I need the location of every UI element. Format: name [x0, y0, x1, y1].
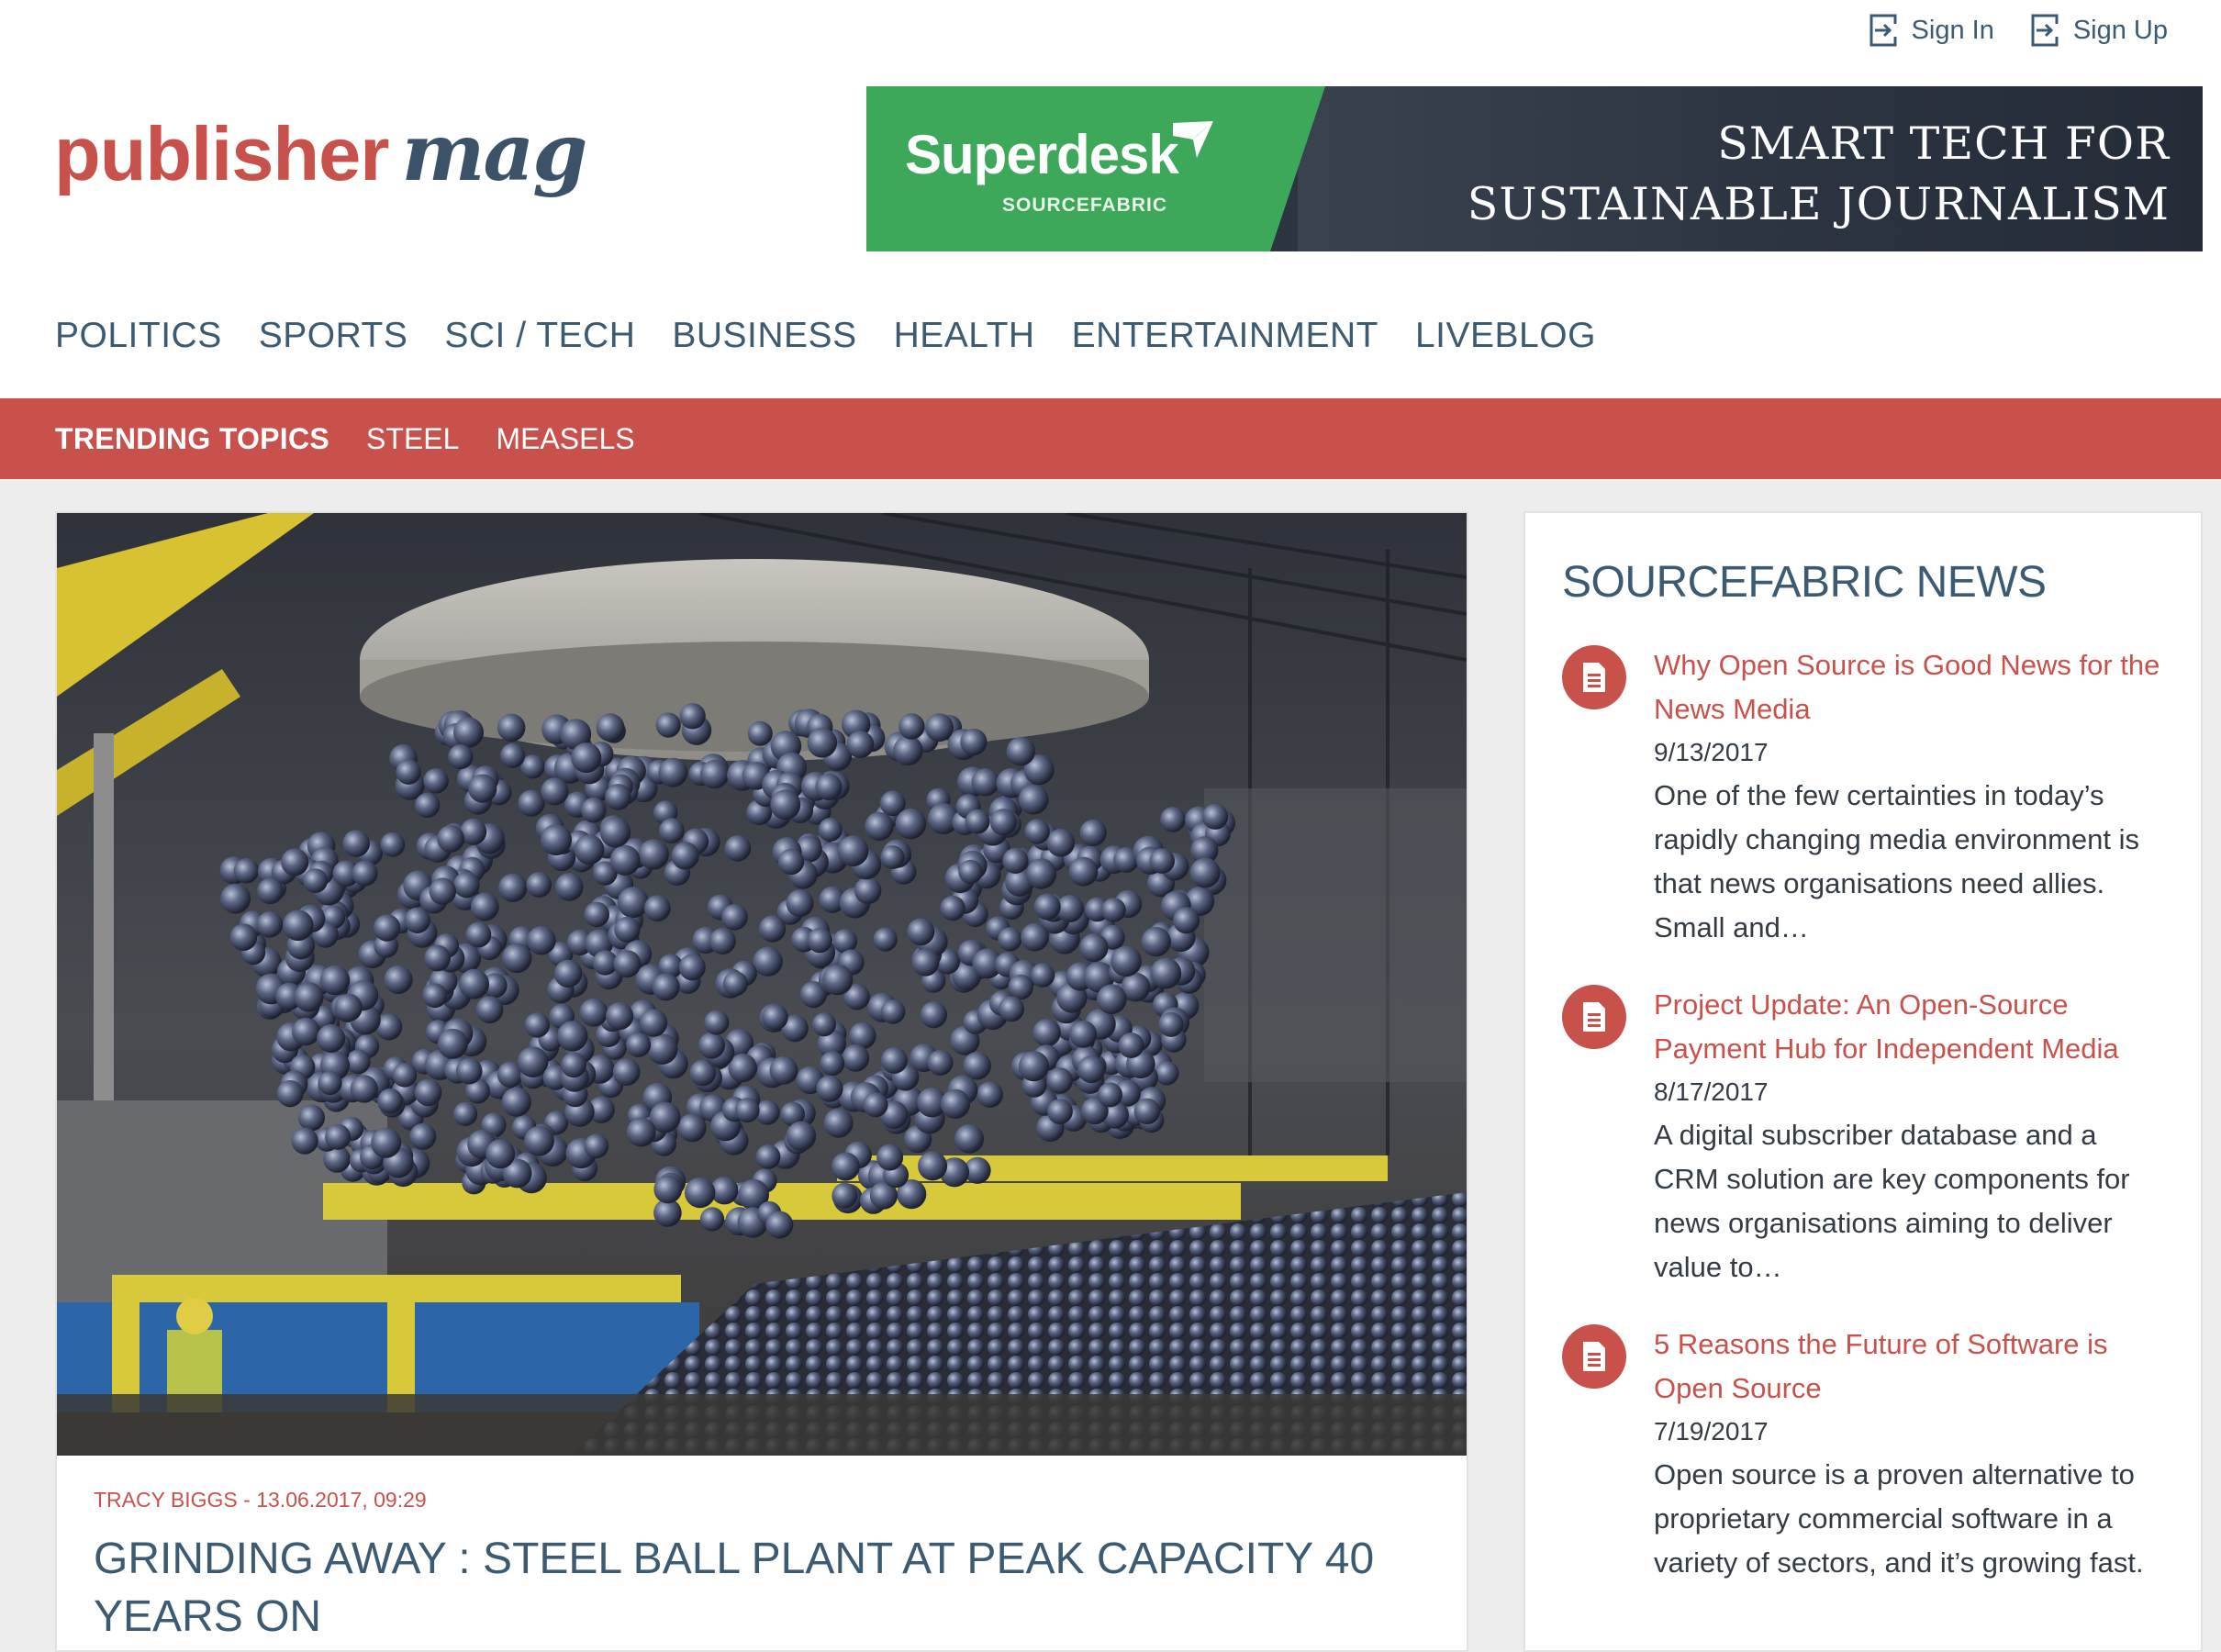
- news-item-date: 9/13/2017: [1654, 738, 1769, 766]
- nav-item-business[interactable]: BUSINESS: [672, 316, 856, 356]
- trending-item-measels[interactable]: MEASELS: [496, 422, 634, 456]
- news-item-title[interactable]: 5 Reasons the Future of Software is Open…: [1654, 1323, 2168, 1411]
- nav-item-liveblog[interactable]: LIVEBLOG: [1415, 316, 1596, 356]
- logo-secondary: mag: [401, 106, 588, 199]
- news-item-body: Why Open Source is Good News for the New…: [1654, 643, 2168, 950]
- site-header: Sign In Sign Up publisher mag Superdesk …: [0, 0, 2221, 398]
- document-icon: [1583, 1342, 1605, 1371]
- nav-item-entertainment[interactable]: ENTERTAINMENT: [1072, 316, 1378, 356]
- article-hero-image[interactable]: [57, 513, 1467, 1456]
- nav-item-sci-tech[interactable]: SCI / TECH: [444, 316, 635, 356]
- trending-title: TRENDING TOPICS: [55, 421, 330, 455]
- news-item-body: Project Update: An Open-Source Payment H…: [1654, 983, 2168, 1289]
- sign-in-label: Sign In: [1911, 15, 1994, 45]
- sign-in-icon: [1869, 14, 1899, 47]
- site-logo[interactable]: publisher mag: [54, 106, 588, 199]
- superdesk-arrow-icon: [1173, 121, 1213, 158]
- trending-item-steel[interactable]: STEEL: [366, 422, 459, 456]
- article-byline: TRACY BIGGS - 13.06.2017, 09:29: [94, 1488, 427, 1512]
- sign-up-link[interactable]: Sign Up: [2031, 13, 2168, 48]
- news-item-date: 7/19/2017: [1654, 1417, 1769, 1446]
- trending-bar: TRENDING TOPICS STEEL MEASELS: [0, 398, 2221, 479]
- banner-tagline-line-2: SUSTAINABLE JOURNALISM: [1467, 178, 2170, 230]
- document-icon: [1583, 663, 1605, 692]
- logo-primary: publisher: [54, 111, 390, 196]
- document-icon: [1583, 1002, 1605, 1032]
- banner-tagline-line-1: SMART TECH FOR: [1717, 117, 2170, 170]
- news-item-summary: A digital subscriber database and a CRM …: [1654, 1119, 2130, 1283]
- nav-item-health[interactable]: HEALTH: [894, 316, 1035, 356]
- news-item-summary: Open source is a proven alternative to p…: [1654, 1458, 2144, 1579]
- news-item-icon-badge: [1562, 645, 1626, 709]
- nav-item-sports[interactable]: SPORTS: [259, 316, 408, 356]
- news-item-summary: One of the few certainties in today’s ra…: [1654, 779, 2140, 943]
- banner-brand: Superdesk: [905, 124, 1179, 185]
- sign-up-icon: [2031, 14, 2060, 47]
- ad-banner[interactable]: Superdesk SOURCEFABRIC SMART TECH FOR SU…: [866, 86, 2203, 251]
- news-item-icon-badge: [1562, 985, 1626, 1049]
- sign-in-link[interactable]: Sign In: [1869, 13, 1994, 48]
- news-item-body: 5 Reasons the Future of Software is Open…: [1654, 1323, 2168, 1585]
- steel-plant-photo: [57, 513, 1467, 1456]
- sidebar-title: SOURCEFABRIC NEWS: [1562, 558, 2047, 607]
- news-item-date: 8/17/2017: [1654, 1077, 1769, 1106]
- article-headline[interactable]: GRINDING AWAY : STEEL BALL PLANT AT PEAK…: [94, 1530, 1378, 1646]
- news-item-title[interactable]: Project Update: An Open-Source Payment H…: [1654, 983, 2168, 1071]
- main-nav: POLITICS SPORTS SCI / TECH BUSINESS HEAL…: [55, 316, 1596, 356]
- auth-links: Sign In Sign Up: [1869, 13, 2168, 48]
- banner-brand-sub: SOURCEFABRIC: [1002, 195, 1168, 216]
- nav-item-politics[interactable]: POLITICS: [55, 316, 222, 356]
- sourcefabric-news-widget: SOURCEFABRIC NEWS Why Open Source is Goo…: [1523, 511, 2203, 1652]
- banner-tagline: SMART TECH FOR SUSTAINABLE JOURNALISM: [1468, 114, 2170, 235]
- sign-up-label: Sign Up: [2072, 15, 2168, 45]
- featured-article: TRACY BIGGS - 13.06.2017, 09:29 GRINDING…: [55, 511, 1468, 1652]
- news-item-icon-badge: [1562, 1324, 1626, 1389]
- news-item-title[interactable]: Why Open Source is Good News for the New…: [1654, 643, 2168, 731]
